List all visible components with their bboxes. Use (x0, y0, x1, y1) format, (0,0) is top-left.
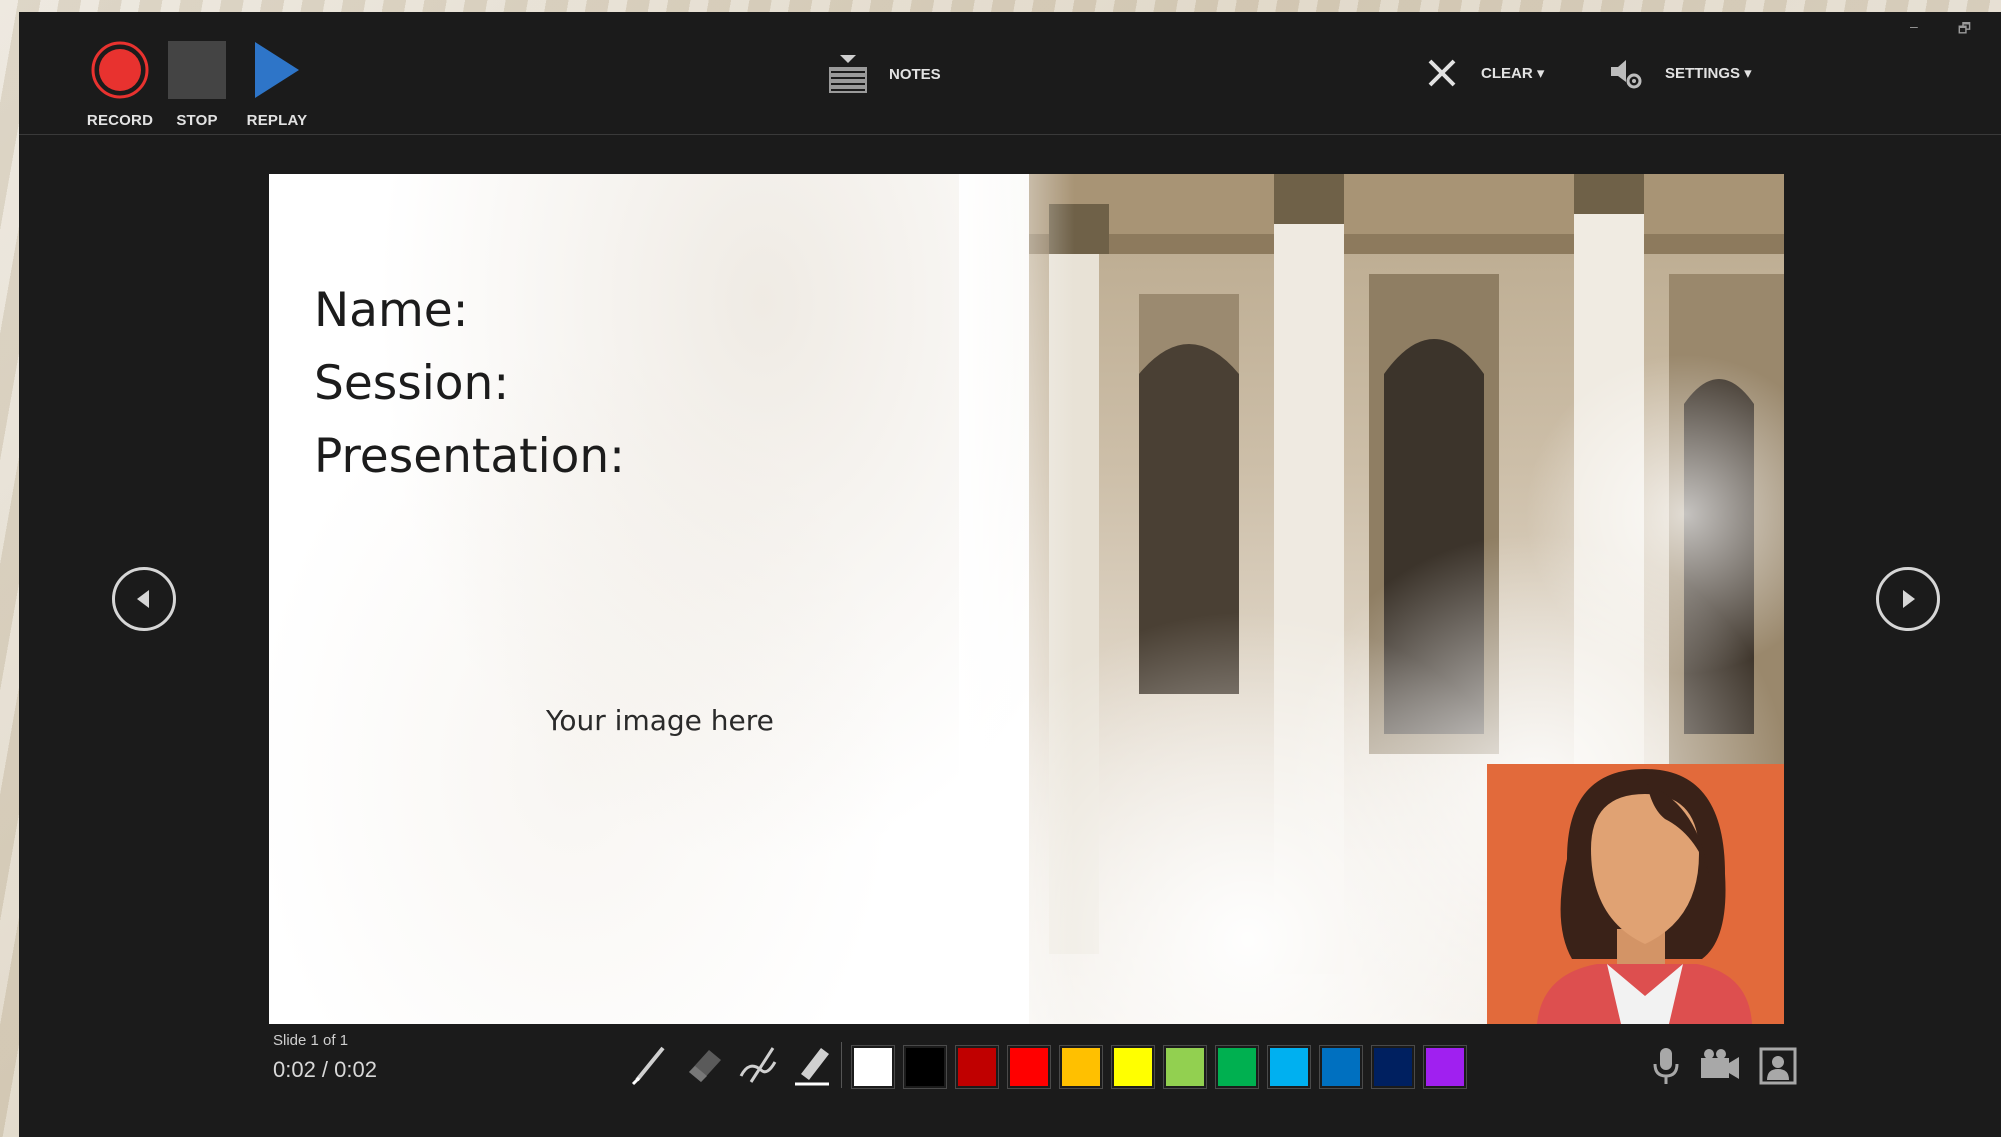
window-controls: – 🗗 (1910, 18, 1971, 42)
notes-label: NOTES (889, 65, 941, 83)
color-swatch-yellow[interactable] (1111, 1045, 1155, 1089)
pen-icon[interactable] (629, 1042, 671, 1086)
color-swatch-blue[interactable] (1319, 1045, 1363, 1089)
slide-title-block: Name: Session: Presentation: (314, 274, 625, 493)
stop-icon (168, 41, 226, 99)
arrow-right-icon (1903, 590, 1915, 608)
camera-preview-icon[interactable] (1759, 1047, 1797, 1085)
settings-label: SETTINGS ▾ (1665, 65, 1752, 82)
eraser-icon[interactable] (683, 1042, 725, 1086)
settings-button[interactable]: SETTINGS ▾ (1609, 56, 1752, 90)
toolbar-divider (841, 1042, 842, 1088)
next-slide-button[interactable] (1876, 567, 1940, 631)
clear-button[interactable]: CLEAR ▾ (1427, 58, 1544, 88)
replay-button[interactable]: REPLAY (244, 40, 310, 129)
color-swatch-white[interactable] (851, 1045, 895, 1089)
color-swatch-navy[interactable] (1371, 1045, 1415, 1089)
slide-canvas[interactable]: Name: Session: Presentation: Your image … (269, 174, 1784, 1024)
slide-counter: Slide 1 of 1 (273, 1032, 349, 1049)
clear-x-icon (1428, 59, 1456, 87)
color-swatch-green[interactable] (1215, 1045, 1259, 1089)
highlighter-icon[interactable] (791, 1042, 833, 1086)
camera-preview (1487, 764, 1784, 1024)
stop-button[interactable]: STOP (167, 40, 227, 129)
notes-button[interactable]: NOTES (827, 53, 941, 95)
record-label: RECORD (86, 112, 154, 129)
avatar-illustration (1487, 764, 1784, 1024)
playback-status: Slide 1 of 1 0:02 / 0:02 (273, 1032, 377, 1083)
speaker-gear-icon (1611, 60, 1642, 89)
notes-icon (829, 55, 867, 93)
previous-slide-button[interactable] (112, 567, 176, 631)
image-placeholder-text: Your image here (546, 704, 774, 737)
time-readout: 0:02 / 0:02 (273, 1057, 377, 1082)
color-swatch-black[interactable] (903, 1045, 947, 1089)
name-line: Name: (314, 283, 469, 338)
record-icon (91, 41, 149, 99)
color-swatch-light-green[interactable] (1163, 1045, 1207, 1089)
color-swatch-orange[interactable] (1059, 1045, 1103, 1089)
clear-label: CLEAR ▾ (1481, 65, 1545, 82)
color-swatch-dark-red[interactable] (955, 1045, 999, 1089)
media-toggles (1651, 1046, 1797, 1086)
color-swatch-red[interactable] (1007, 1045, 1051, 1089)
ink-color-palette (851, 1045, 1467, 1089)
laser-pointer-icon[interactable] (737, 1042, 779, 1086)
session-line: Session: (314, 356, 510, 411)
record-button[interactable]: RECORD (87, 40, 153, 129)
replay-label: REPLAY (246, 112, 308, 129)
arrow-left-icon (137, 590, 149, 608)
restore-button[interactable]: 🗗 (1958, 18, 1971, 42)
microphone-icon[interactable] (1651, 1046, 1681, 1086)
recording-toolbar: RECORD STOP REPLAY NOTES CLEAR ▾ SETTING… (19, 12, 2001, 135)
video-camera-icon[interactable] (1699, 1046, 1741, 1086)
color-swatch-light-blue[interactable] (1267, 1045, 1311, 1089)
color-swatch-purple[interactable] (1423, 1045, 1467, 1089)
play-icon (255, 42, 299, 98)
pen-toolset (629, 1042, 833, 1086)
presentation-line: Presentation: (314, 429, 626, 484)
minimize-button[interactable]: – (1910, 18, 1918, 42)
stop-label: STOP (176, 112, 218, 129)
recording-window: RECORD STOP REPLAY NOTES CLEAR ▾ SETTING… (19, 12, 2001, 1137)
